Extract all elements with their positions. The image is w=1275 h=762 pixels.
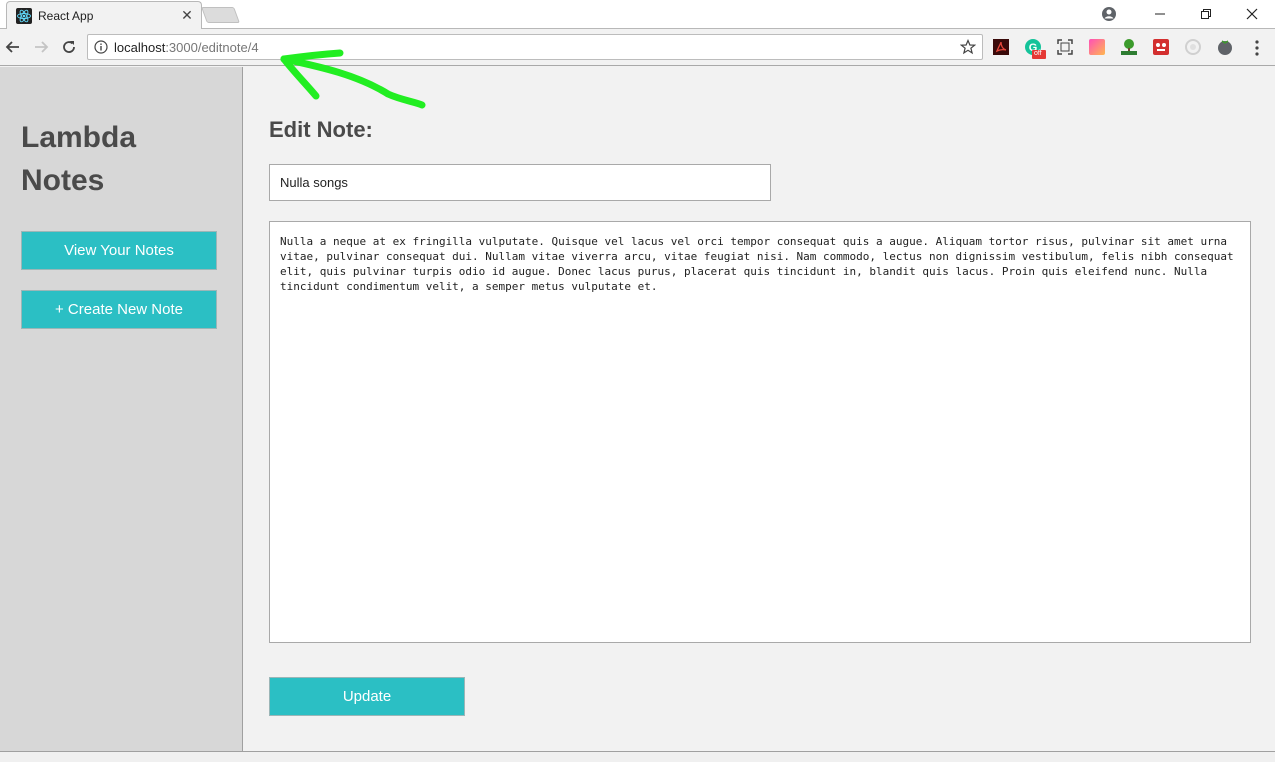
tomato-timer-icon[interactable] xyxy=(1216,38,1234,56)
disabled-extension-icon[interactable] xyxy=(1184,38,1202,56)
forward-arrow-icon[interactable] xyxy=(31,37,51,57)
new-tab-button[interactable] xyxy=(201,7,240,23)
create-note-button[interactable]: + Create New Note xyxy=(21,290,217,329)
update-button[interactable]: Update xyxy=(269,677,465,716)
color-picker-extension-icon[interactable] xyxy=(1088,38,1106,56)
minimize-button[interactable] xyxy=(1137,0,1183,28)
address-bar[interactable]: localhost:3000/editnote/4 xyxy=(87,34,983,60)
bookmark-star-icon[interactable] xyxy=(959,38,977,60)
window-bottom-edge xyxy=(0,751,1275,762)
sidebar: Lambda Notes View Your Notes + Create Ne… xyxy=(0,67,243,751)
red-extension-icon[interactable] xyxy=(1152,38,1170,56)
pdf-extension-icon[interactable] xyxy=(992,38,1010,56)
page-title: Edit Note: xyxy=(269,117,373,142)
close-tab-icon[interactable]: ✕ xyxy=(179,7,195,23)
fullscreen-capture-icon[interactable] xyxy=(1056,38,1074,56)
extension-badge: off xyxy=(1034,50,1042,57)
tab-title: React App xyxy=(38,9,94,23)
reload-icon[interactable] xyxy=(59,37,79,57)
url-path: :3000/editnote/4 xyxy=(165,40,259,55)
restore-button[interactable] xyxy=(1183,0,1229,28)
html-tree-extension-icon[interactable] xyxy=(1120,38,1138,56)
app-title: Lambda Notes xyxy=(21,121,137,197)
tab-strip: React App ✕ xyxy=(0,0,1275,29)
close-window-button[interactable] xyxy=(1229,0,1275,28)
grammarly-extension-icon[interactable]: G off xyxy=(1024,38,1046,59)
url-host: localhost xyxy=(114,40,166,55)
edit-note-form: Edit Note: Nulla a neque at ex fringilla… xyxy=(244,67,1275,751)
more-menu-icon[interactable] xyxy=(1252,40,1262,56)
react-logo-icon xyxy=(16,8,32,24)
note-body-textarea[interactable]: Nulla a neque at ex fringilla vulputate.… xyxy=(269,221,1251,643)
back-arrow-icon[interactable] xyxy=(3,37,23,57)
profile-icon[interactable] xyxy=(1101,6,1117,22)
view-notes-button[interactable]: View Your Notes xyxy=(21,231,217,270)
browser-tab[interactable]: React App ✕ xyxy=(6,1,202,29)
app-page: Lambda Notes View Your Notes + Create Ne… xyxy=(0,67,1275,751)
info-icon[interactable] xyxy=(94,40,108,59)
browser-toolbar: localhost:3000/editnote/4 G off xyxy=(0,29,1275,66)
url-text: localhost:3000/editnote/4 xyxy=(114,40,259,55)
note-title-input[interactable] xyxy=(269,164,771,201)
